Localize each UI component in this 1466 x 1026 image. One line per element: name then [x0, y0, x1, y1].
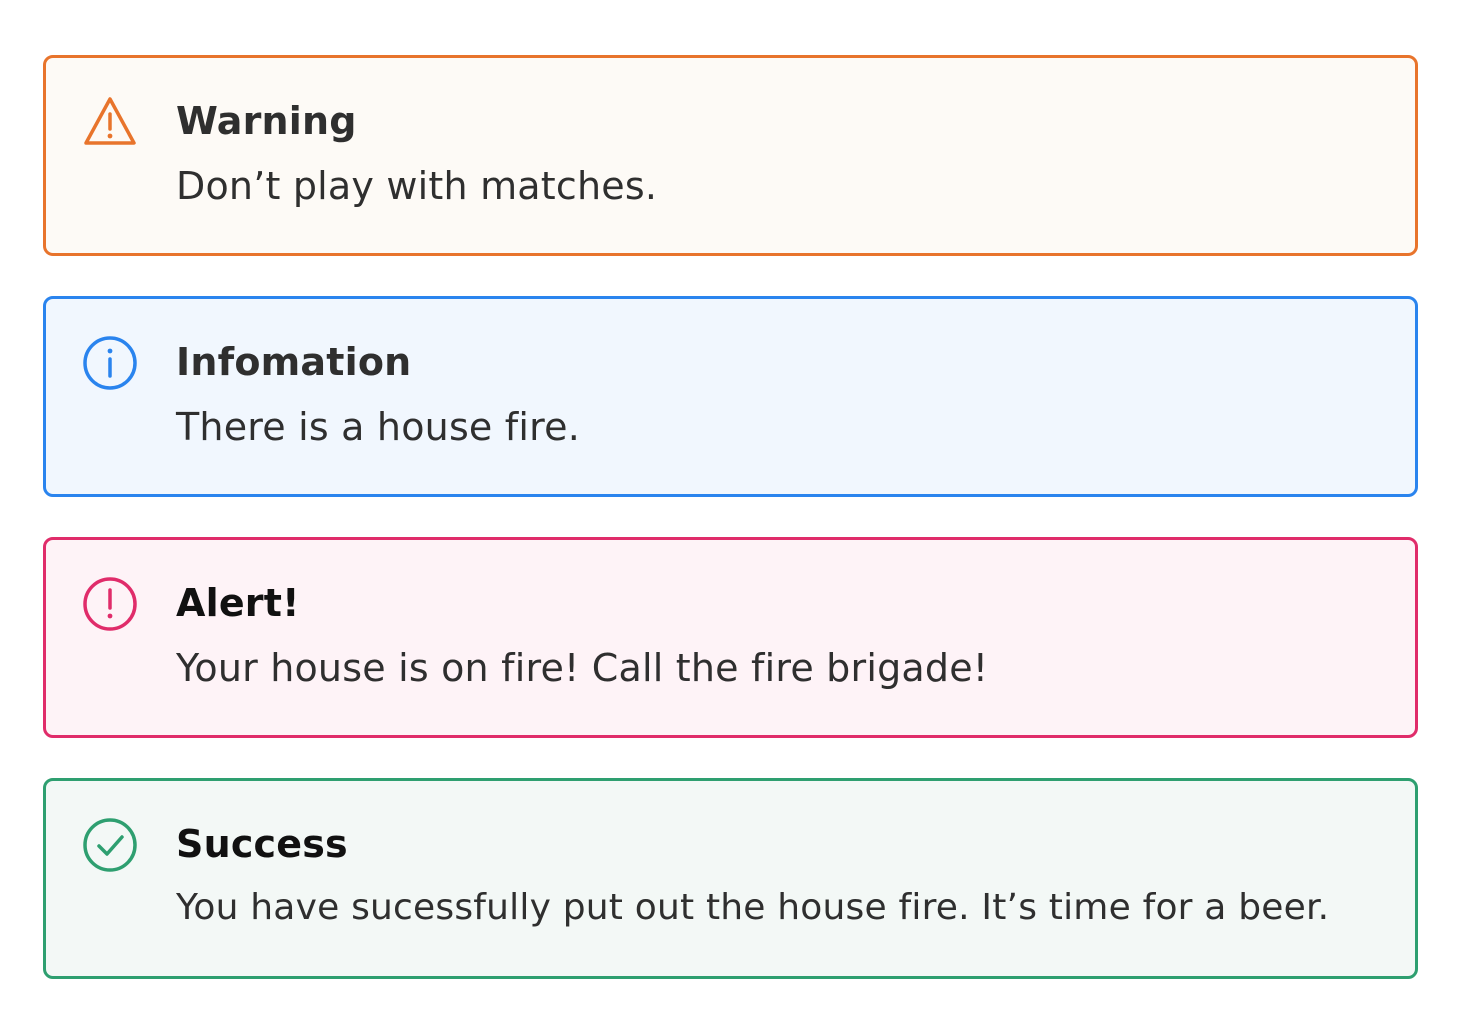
warning-message: Don’t play with matches. — [176, 164, 658, 208]
success-message: You have sucessfully put out the house f… — [176, 887, 1330, 928]
warning-triangle-icon — [82, 94, 138, 150]
exclamation-circle-icon — [82, 576, 138, 632]
alert-title: Alert! — [176, 581, 300, 625]
info-title: Infomation — [176, 340, 412, 384]
info-alert: Infomation There is a house fire. — [43, 296, 1418, 497]
check-circle-icon — [82, 817, 138, 873]
info-circle-icon — [82, 335, 138, 391]
alert-message: Your house is on fire! Call the fire bri… — [176, 646, 989, 690]
success-title: Success — [176, 822, 348, 866]
warning-alert: Warning Don’t play with matches. — [43, 55, 1418, 256]
info-message: There is a house fire. — [176, 405, 580, 449]
danger-alert: Alert! Your house is on fire! Call the f… — [43, 537, 1418, 738]
success-alert: Success You have sucessfully put out the… — [43, 778, 1418, 979]
warning-title: Warning — [176, 99, 357, 143]
